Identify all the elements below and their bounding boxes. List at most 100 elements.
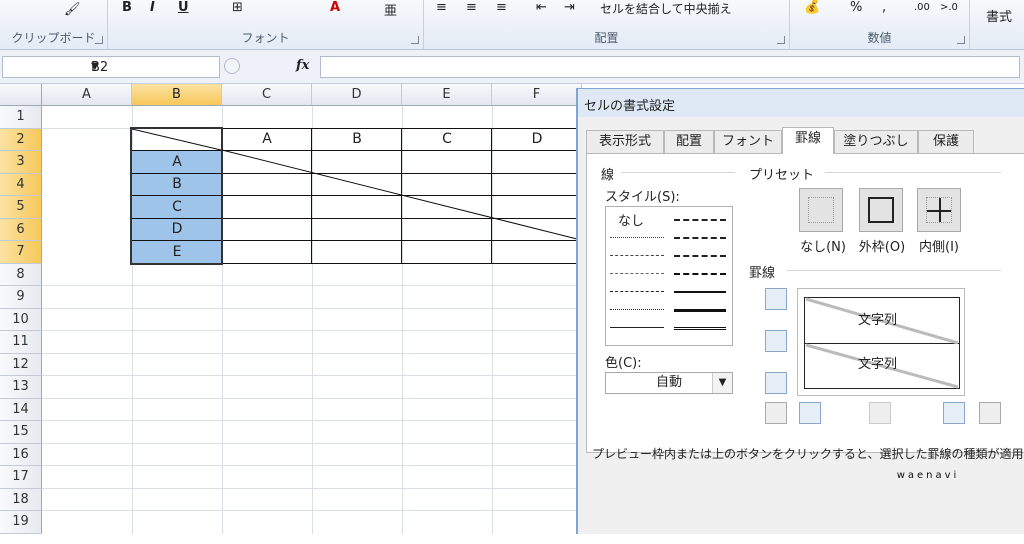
line-style-option[interactable] xyxy=(674,273,726,275)
cell-f2[interactable]: D xyxy=(492,131,582,147)
tab-number[interactable]: 表示形式 xyxy=(586,130,664,153)
border-bottom-button[interactable] xyxy=(765,372,787,394)
border-top-button[interactable] xyxy=(765,288,787,310)
name-box[interactable]: B2 ▼ xyxy=(2,56,220,78)
border-button-icon[interactable]: ⊞ xyxy=(232,0,243,15)
indent-icon[interactable]: ⇤ xyxy=(536,0,547,15)
border-right-button[interactable] xyxy=(943,402,965,424)
color-select-value: 自動 xyxy=(655,375,682,390)
decimal-decrease-button[interactable]: >.0 xyxy=(940,2,958,13)
font-color-button-icon[interactable]: A xyxy=(330,0,340,15)
divider xyxy=(825,172,1001,173)
waenavi-watermark: waenavi xyxy=(896,470,960,481)
format-cells-dialog: セルの書式設定 表示形式 配置 フォント 罫線 塗りつぶし 保護 線 スタイル(… xyxy=(576,88,1024,534)
formula-input[interactable] xyxy=(320,56,1020,78)
cell-b7[interactable]: E xyxy=(132,244,222,260)
cell-style-button[interactable]: 書式 xyxy=(986,6,1012,25)
chevron-down-icon[interactable]: ▼ xyxy=(91,61,215,72)
number-group: 💰 % , .00 >.0 数値 xyxy=(790,0,970,50)
alignment-group-label: 配置 xyxy=(594,31,619,45)
number-launcher-icon[interactable] xyxy=(957,36,965,44)
phonetic-button-icon[interactable]: 亜 xyxy=(384,0,397,19)
chevron-down-icon[interactable]: ▼ xyxy=(712,373,732,393)
percent-button[interactable]: % xyxy=(850,0,862,15)
cell-b5[interactable]: C xyxy=(132,199,222,215)
line-style-option[interactable] xyxy=(610,327,664,328)
outline-border-icon xyxy=(868,197,894,223)
no-border-icon xyxy=(808,197,834,223)
bold-button[interactable]: B xyxy=(122,0,132,15)
outdent-icon[interactable]: ⇥ xyxy=(564,0,575,15)
divider xyxy=(787,270,1001,271)
cell-b6[interactable]: D xyxy=(132,221,222,237)
formula-resize-icon[interactable] xyxy=(224,58,240,74)
cell-e2[interactable]: C xyxy=(402,131,492,147)
preview-diagonals xyxy=(805,297,959,389)
ribbon: 🖌 クリップボード B I U ⊞ A 亜 フォント ≡ ≡ ≡ ⇤ ⇥ セルを… xyxy=(0,0,1024,50)
cell-d2[interactable]: B xyxy=(312,131,402,147)
line-section-label: 線 xyxy=(601,168,615,183)
divider xyxy=(621,172,735,173)
tab-fill[interactable]: 塗りつぶし xyxy=(834,130,918,153)
insert-function-icon[interactable]: fx xyxy=(296,58,309,73)
font-launcher-icon[interactable] xyxy=(411,36,419,44)
line-style-option[interactable] xyxy=(610,291,664,292)
line-style-option[interactable] xyxy=(674,327,726,330)
underline-button[interactable]: U xyxy=(178,0,189,15)
alignment-group: ≡ ≡ ≡ ⇤ ⇥ セルを結合して中央揃え 配置 xyxy=(424,0,790,50)
alignment-launcher-icon[interactable] xyxy=(777,36,785,44)
border-section-label: 罫線 xyxy=(749,266,776,281)
align-right-icon[interactable]: ≡ xyxy=(496,0,507,15)
tab-border[interactable]: 罫線 xyxy=(782,127,834,154)
preset-outline-label: 外枠(O) xyxy=(858,240,906,255)
line-style-option[interactable] xyxy=(674,219,726,221)
clipboard-group-label: クリップボード xyxy=(11,31,96,45)
clipboard-launcher-icon[interactable] xyxy=(95,36,103,44)
cell-b3[interactable]: A xyxy=(132,154,222,170)
font-group-label: フォント xyxy=(241,31,290,45)
line-style-option[interactable] xyxy=(674,237,726,239)
diagonal-borders xyxy=(131,128,578,240)
preset-section-label: プリセット xyxy=(749,168,815,183)
format-painter-icon[interactable]: 🖌 xyxy=(64,2,81,17)
merge-center-button[interactable]: セルを結合して中央揃え xyxy=(600,0,732,17)
border-diag-up-button[interactable] xyxy=(765,402,787,424)
border-left-button[interactable] xyxy=(799,402,821,424)
tab-font[interactable]: フォント xyxy=(714,130,782,153)
preset-none-button[interactable] xyxy=(799,188,843,232)
tab-protection[interactable]: 保護 xyxy=(918,130,974,153)
color-select[interactable]: 自動 ▼ xyxy=(605,372,733,394)
line-style-option[interactable] xyxy=(610,309,664,310)
line-style-option[interactable] xyxy=(610,255,664,256)
clipboard-group: 🖌 クリップボード xyxy=(0,0,108,50)
number-group-label: 数値 xyxy=(867,31,892,45)
cell-b4[interactable]: B xyxy=(132,176,222,192)
formula-bar: B2 ▼ fx xyxy=(0,50,1024,84)
decimal-increase-button[interactable]: .00 xyxy=(914,2,930,13)
line-style-option[interactable] xyxy=(674,255,726,257)
border-middle-v-button[interactable] xyxy=(869,402,891,424)
tab-alignment[interactable]: 配置 xyxy=(664,130,714,153)
align-center-icon[interactable]: ≡ xyxy=(466,0,477,15)
line-style-option[interactable] xyxy=(610,237,664,238)
line-style-option[interactable] xyxy=(674,309,726,312)
border-preview[interactable]: 文字列 文字列 xyxy=(797,288,965,396)
comma-button[interactable]: , xyxy=(882,0,886,15)
cell-c2[interactable]: A xyxy=(222,131,312,147)
line-style-option[interactable] xyxy=(674,291,726,293)
line-style-option[interactable] xyxy=(610,273,664,274)
color-label: 色(C): xyxy=(605,356,642,371)
border-middle-h-button[interactable] xyxy=(765,330,787,352)
preset-inside-label: 内側(I) xyxy=(919,240,959,255)
align-left-icon[interactable]: ≡ xyxy=(436,0,447,15)
currency-icon[interactable]: 💰 xyxy=(804,0,820,15)
border-diag-down-button[interactable] xyxy=(979,402,1001,424)
line-style-list[interactable]: なし xyxy=(605,206,733,346)
preset-outline-button[interactable] xyxy=(859,188,903,232)
inside-border-icon xyxy=(926,197,952,223)
italic-button[interactable]: I xyxy=(150,0,155,15)
preset-inside-button[interactable] xyxy=(917,188,961,232)
line-style-none[interactable]: なし xyxy=(618,210,644,229)
preview-text-bottom: 文字列 xyxy=(858,357,898,372)
dialog-title: セルの書式設定 xyxy=(578,89,1024,117)
